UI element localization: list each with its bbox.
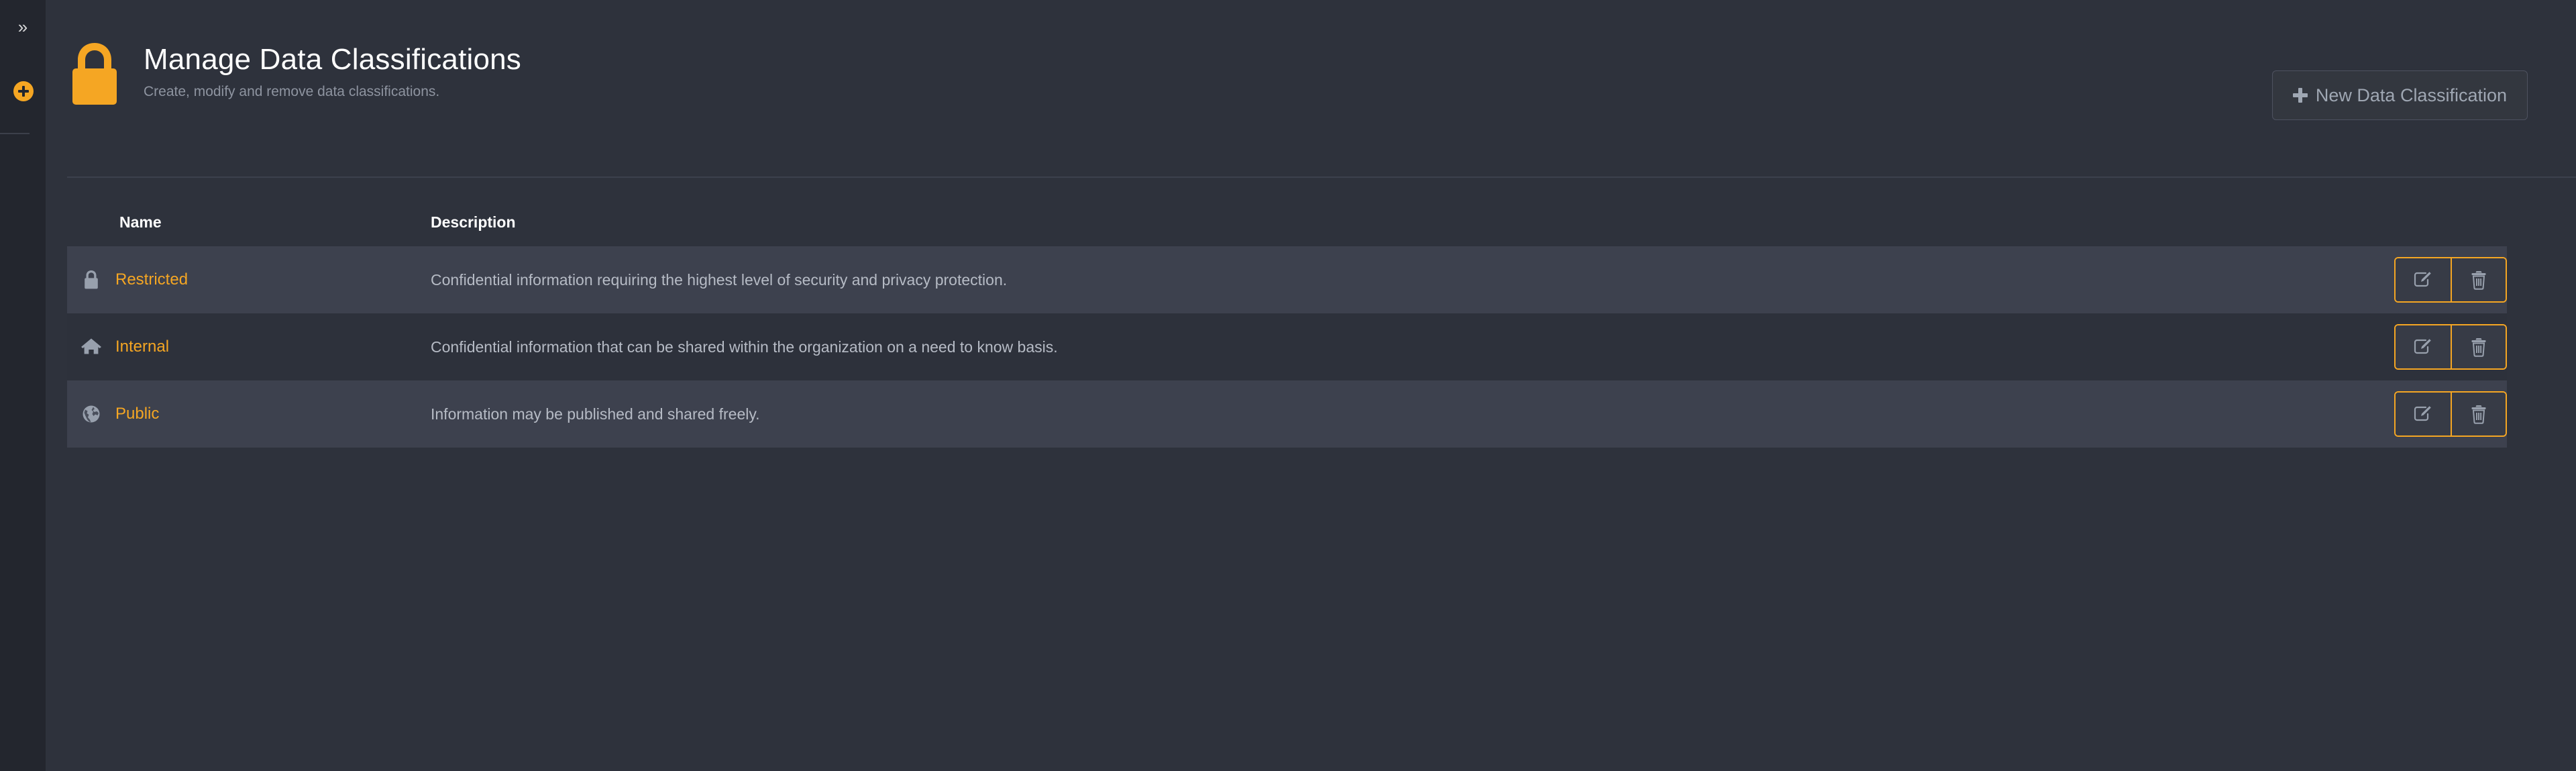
sidebar: » xyxy=(0,0,46,771)
row-actions-cell xyxy=(2353,313,2507,380)
padlock-icon xyxy=(67,38,122,111)
row-action-group xyxy=(2394,391,2507,437)
new-data-classification-label: New Data Classification xyxy=(2315,85,2507,105)
table-row[interactable]: Restricted Confidential information requ… xyxy=(67,246,2507,313)
table-row[interactable]: Internal Confidential information that c… xyxy=(67,313,2507,380)
plus-circle-icon[interactable] xyxy=(13,81,34,101)
row-action-group xyxy=(2394,324,2507,370)
table-head: Name Description xyxy=(67,213,2507,246)
plus-icon xyxy=(2292,88,2308,103)
chevrons-right-glyph: » xyxy=(17,17,28,37)
table-body: Restricted Confidential information requ… xyxy=(67,246,2507,448)
trash-icon xyxy=(2470,404,2487,424)
edit-pencil-icon xyxy=(2413,270,2433,290)
row-description-cell: Confidential information requiring the h… xyxy=(431,270,1008,289)
trash-icon xyxy=(2470,337,2487,357)
main-content: Manage Data Classifications Create, modi… xyxy=(46,0,2576,771)
data-classifications-table: Name Description Restricted Confidential… xyxy=(67,213,2507,448)
globe-icon xyxy=(67,405,115,423)
table-header-row: Name Description xyxy=(67,213,2507,246)
edit-button[interactable] xyxy=(2396,258,2451,301)
header-inner: Manage Data Classifications Create, modi… xyxy=(67,34,2549,111)
row-type-icon-cell xyxy=(67,380,115,448)
row-description-cell: Confidential information that can be sha… xyxy=(431,338,1058,356)
row-action-group xyxy=(2394,257,2507,303)
data-classifications-table-wrapper: Name Description Restricted Confidential… xyxy=(67,213,2507,448)
table-row[interactable]: Public Information may be published and … xyxy=(67,380,2507,448)
home-icon xyxy=(67,338,115,356)
sidebar-divider xyxy=(0,133,30,134)
delete-button[interactable] xyxy=(2451,258,2506,301)
edit-pencil-icon xyxy=(2413,337,2433,357)
lock-icon xyxy=(67,270,115,290)
edit-button[interactable] xyxy=(2396,325,2451,368)
sidebar-expand-icon[interactable]: » xyxy=(0,16,46,38)
page-header: Manage Data Classifications Create, modi… xyxy=(46,0,2576,180)
page-title: Manage Data Classifications xyxy=(144,43,522,76)
row-actions-cell xyxy=(2353,380,2507,448)
column-header-name: Name xyxy=(119,213,162,231)
column-header-icon xyxy=(67,213,115,246)
delete-button[interactable] xyxy=(2451,325,2506,368)
new-data-classification-button[interactable]: New Data Classification xyxy=(2271,70,2528,120)
page-subtitle: Create, modify and remove data classific… xyxy=(144,84,440,100)
row-description-cell: Information may be published and shared … xyxy=(431,405,760,423)
trash-icon xyxy=(2470,270,2487,290)
column-header-actions xyxy=(2353,213,2507,246)
classification-name-link[interactable]: Public xyxy=(115,405,159,423)
row-name-cell: Internal xyxy=(115,313,431,380)
row-type-icon-cell xyxy=(67,313,115,380)
edit-pencil-icon xyxy=(2413,404,2433,424)
classification-name-link[interactable]: Internal xyxy=(115,338,169,356)
delete-button[interactable] xyxy=(2451,393,2506,435)
header-divider xyxy=(67,176,2576,178)
header-actions: New Data Classification xyxy=(2271,70,2528,120)
row-name-cell: Restricted xyxy=(115,246,431,313)
plus-vertical-bar xyxy=(21,86,25,97)
column-header-description: Description xyxy=(431,213,516,231)
classification-name-link[interactable]: Restricted xyxy=(115,270,188,289)
row-name-cell: Public xyxy=(115,380,431,448)
app-root: » Manage Data Classifications Create, mo… xyxy=(0,0,2576,771)
row-type-icon-cell xyxy=(67,246,115,313)
row-actions-cell xyxy=(2353,246,2507,313)
title-block: Manage Data Classifications Create, modi… xyxy=(144,34,521,101)
edit-button[interactable] xyxy=(2396,393,2451,435)
